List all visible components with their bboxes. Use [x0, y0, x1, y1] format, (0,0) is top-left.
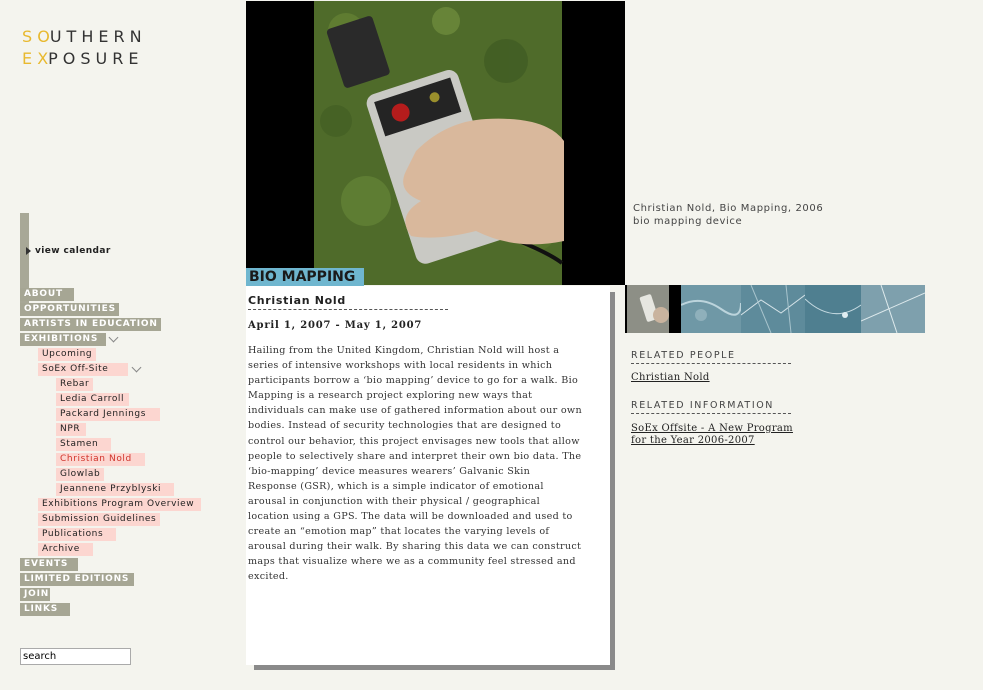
exhibition-title: BIO MAPPING: [246, 268, 364, 286]
logo-text-top: UTHERN: [49, 27, 147, 46]
nav-limited-editions[interactable]: LIMITED EDITIONS: [20, 573, 134, 586]
nav-publications[interactable]: Publications: [38, 528, 116, 541]
nav-glowlab[interactable]: Glowlab: [56, 468, 104, 481]
nav-exhibitions[interactable]: EXHIBITIONS: [20, 333, 106, 346]
divider: [248, 309, 448, 310]
view-calendar-label: view calendar: [35, 246, 111, 256]
nav-npr[interactable]: NPR: [56, 423, 86, 436]
nav-stamen[interactable]: Stamen: [56, 438, 111, 451]
nav-christian-nold[interactable]: Christian Nold: [56, 453, 145, 466]
search-input[interactable]: [20, 648, 131, 665]
thumbnail-map-4[interactable]: [861, 285, 925, 333]
nav-opportunities[interactable]: OPPORTUNITIES: [20, 303, 119, 316]
nav-packard-jennings[interactable]: Packard Jennings: [56, 408, 160, 421]
site-logo[interactable]: S O UTHERN E X POSURE: [22, 26, 147, 70]
nav-ledia-carroll[interactable]: Ledia Carroll: [56, 393, 129, 406]
related-info-line-1: SoEx Offsite - A New Program: [631, 423, 793, 434]
chevron-down-icon[interactable]: [131, 362, 142, 373]
caption-line-1: Christian Nold, Bio Mapping, 2006: [633, 203, 824, 214]
nav-links[interactable]: LINKS: [20, 603, 70, 616]
thumbnail-strip: [625, 285, 936, 333]
nav-about[interactable]: ABOUT: [20, 288, 74, 301]
exhibition-photo: [246, 1, 625, 285]
exhibition-description: Hailing from the United Kingdom, Christi…: [248, 345, 582, 583]
related-people-heading: RELATED PEOPLE: [631, 350, 736, 361]
thumbnail-map-1[interactable]: [681, 285, 741, 333]
related-info-line-2: for the Year 2006-2007: [631, 435, 755, 446]
nav-join[interactable]: JOIN: [20, 588, 50, 601]
view-calendar-link[interactable]: view calendar: [26, 246, 111, 256]
related-info-link[interactable]: SoEx Offsite - A New Program for the Yea…: [631, 423, 793, 447]
divider: [631, 363, 791, 364]
nav-rebar[interactable]: Rebar: [56, 378, 93, 391]
logo-mark-bottom: E X: [22, 49, 49, 68]
thumbnail-map-2[interactable]: [741, 285, 805, 333]
thumbnail-map-3[interactable]: [805, 285, 861, 333]
related-person-link[interactable]: Christian Nold: [631, 372, 710, 384]
exhibition-dates: April 1, 2007 - May 1, 2007: [248, 320, 423, 331]
nav-exhibitions-program-overview[interactable]: Exhibitions Program Overview: [38, 498, 201, 511]
nav-soex-off-site[interactable]: SoEx Off-Site: [38, 363, 128, 376]
nav-events[interactable]: EVENTS: [20, 558, 78, 571]
nav-archive[interactable]: Archive: [38, 543, 93, 556]
divider: [631, 413, 791, 414]
caption-line-2: bio mapping device: [633, 216, 743, 227]
logo-mark-top: S O: [22, 27, 50, 46]
nav-submission-guidelines[interactable]: Submission Guidelines: [38, 513, 160, 526]
photo-caption: Christian Nold, Bio Mapping, 2006 bio ma…: [633, 202, 823, 228]
nav-artists-in-education[interactable]: ARTISTS IN EDUCATION: [20, 318, 161, 331]
thumbnail-device[interactable]: [625, 285, 681, 333]
logo-text-bottom: POSURE: [48, 49, 144, 68]
nav-jeannene-przyblyski[interactable]: Jeannene Przyblyski: [56, 483, 174, 496]
artist-name: Christian Nold: [248, 294, 346, 307]
related-information-heading: RELATED INFORMATION: [631, 400, 775, 411]
nav-upcoming[interactable]: Upcoming: [38, 348, 96, 361]
arrow-right-icon: [26, 246, 31, 255]
chevron-down-icon[interactable]: [108, 332, 119, 343]
